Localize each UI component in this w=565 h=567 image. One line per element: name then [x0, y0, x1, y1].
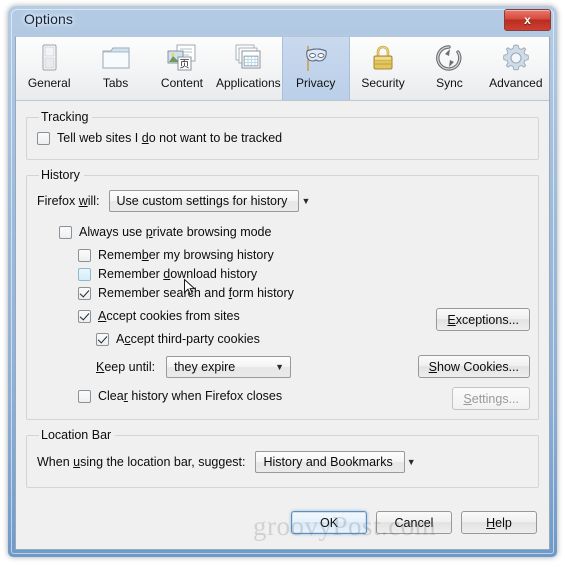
- accept-cookies-label: Accept cookies from sites: [98, 309, 240, 323]
- accept-third-party-label: Accept third-party cookies: [116, 332, 260, 346]
- remember-browsing-checkbox[interactable]: [78, 248, 91, 262]
- toolbar-item-privacy-label: Privacy: [296, 76, 336, 90]
- sync-arrows-icon: [432, 42, 466, 74]
- exceptions-button[interactable]: Exceptions...: [436, 308, 530, 331]
- always-private-checkbox[interactable]: [59, 225, 72, 239]
- remember-browsing-row[interactable]: Remember my browsing history: [78, 248, 528, 262]
- firefox-will-value: Use custom settings for history: [116, 194, 288, 208]
- toolbar-item-tabs-label: Tabs: [102, 76, 129, 90]
- toolbar-item-tabs[interactable]: Tabs: [82, 37, 148, 100]
- chevron-down-icon: ▼: [301, 195, 311, 206]
- do-not-track-row[interactable]: Tell web sites I do not want to be track…: [37, 131, 528, 145]
- clear-on-close-checkbox[interactable]: [78, 389, 91, 403]
- footer-button-group: OK Cancel Help: [291, 511, 537, 534]
- remember-search-form-checkbox[interactable]: [78, 286, 91, 300]
- gear-icon: [499, 42, 533, 74]
- tracking-legend: Tracking: [41, 110, 89, 124]
- firefox-will-dropdown[interactable]: Use custom settings for history ▼: [108, 190, 310, 212]
- keep-until-label: Keep until:: [96, 360, 156, 374]
- dialog-client-area: General Tabs 页 Content Applications Priv…: [15, 36, 550, 550]
- suggest-label: When using the location bar, suggest:: [37, 455, 246, 469]
- toolbar-item-general[interactable]: General: [16, 37, 82, 100]
- content-icon: 页: [165, 42, 199, 74]
- firefox-will-label: Firefox will:: [37, 194, 100, 208]
- do-not-track-label: Tell web sites I do not want to be track…: [57, 131, 283, 145]
- history-legend: History: [41, 168, 80, 182]
- clear-on-close-row[interactable]: Clear history when Firefox closes Settin…: [78, 387, 530, 410]
- suggest-value: History and Bookmarks: [263, 455, 393, 469]
- suggest-dropdown[interactable]: History and Bookmarks ▼: [255, 451, 416, 473]
- close-button[interactable]: x: [504, 9, 551, 31]
- toolbar-item-security-label: Security: [361, 76, 405, 90]
- toolbar-item-security[interactable]: Security: [350, 37, 416, 100]
- always-private-row[interactable]: Always use private browsing mode: [59, 225, 528, 239]
- toolbar-item-privacy[interactable]: Privacy: [281, 37, 350, 100]
- privacy-mask-icon: [299, 42, 333, 74]
- window-title: Options: [24, 11, 73, 27]
- keep-until-dropdown[interactable]: they expire ▼: [166, 356, 292, 378]
- toolbar-item-applications-label: Applications: [215, 76, 281, 90]
- clear-on-close-label: Clear history when Firefox closes: [98, 389, 283, 403]
- chevron-down-icon: ▼: [275, 361, 285, 372]
- firefox-will-row: Firefox will: Use custom settings for hi…: [37, 190, 528, 212]
- settings-button[interactable]: Settings...: [452, 387, 530, 410]
- history-group: History Firefox will: Use custom setting…: [26, 168, 539, 420]
- cancel-button[interactable]: Cancel: [376, 511, 452, 534]
- remember-browsing-label: Remember my browsing history: [98, 248, 274, 262]
- toolbar-item-content[interactable]: 页 Content: [149, 37, 215, 100]
- svg-text:页: 页: [179, 59, 189, 71]
- accept-cookies-checkbox[interactable]: [78, 309, 91, 323]
- privacy-panel: Tracking Tell web sites I do not want to…: [16, 101, 549, 549]
- remember-download-label: Remember download history: [98, 267, 258, 281]
- chevron-down-icon: ▼: [406, 456, 416, 467]
- applications-icon: [231, 42, 265, 74]
- show-cookies-button[interactable]: Show Cookies...: [417, 355, 530, 378]
- remember-download-checkbox[interactable]: [78, 267, 91, 281]
- dialog-footer: OK Cancel Help: [16, 503, 549, 549]
- help-button[interactable]: Help: [461, 511, 537, 534]
- title-bar: Options x: [8, 6, 557, 36]
- toolbar-item-applications[interactable]: Applications: [215, 37, 281, 100]
- location-bar-legend: Location Bar: [41, 428, 112, 442]
- remember-download-row[interactable]: Remember download history: [78, 267, 528, 281]
- keep-until-value: they expire: [174, 360, 236, 374]
- toolbar-item-advanced-label: Advanced: [489, 76, 543, 90]
- remember-search-form-row[interactable]: Remember search and form history: [78, 286, 528, 300]
- desktop-background: Options x General Tabs 页 Content Applica…: [0, 0, 565, 567]
- options-window: Options x General Tabs 页 Content Applica…: [8, 6, 557, 557]
- ok-button[interactable]: OK: [291, 511, 367, 534]
- general-icon: [32, 42, 66, 74]
- category-toolbar: General Tabs 页 Content Applications Priv…: [16, 37, 549, 101]
- toolbar-item-sync[interactable]: Sync: [416, 37, 482, 100]
- suggest-row: When using the location bar, suggest: Hi…: [37, 451, 528, 473]
- tracking-group: Tracking Tell web sites I do not want to…: [26, 110, 539, 160]
- tabs-icon: [99, 42, 133, 74]
- accept-cookies-row[interactable]: Accept cookies from sites Exceptions...: [78, 308, 530, 331]
- toolbar-item-sync-label: Sync: [436, 76, 463, 90]
- location-bar-group: Location Bar When using the location bar…: [26, 428, 539, 488]
- remember-search-form-label: Remember search and form history: [98, 286, 294, 300]
- do-not-track-checkbox[interactable]: [37, 131, 50, 145]
- always-private-label: Always use private browsing mode: [79, 225, 272, 239]
- toolbar-item-general-label: General: [27, 76, 71, 90]
- keep-until-row: Keep until: they expire ▼ Show Cookies..…: [96, 355, 530, 378]
- toolbar-item-advanced[interactable]: Advanced: [483, 37, 549, 100]
- padlock-icon: [366, 42, 400, 74]
- accept-third-party-checkbox[interactable]: [96, 332, 109, 346]
- accept-third-party-row[interactable]: Accept third-party cookies: [96, 332, 528, 346]
- toolbar-item-content-label: Content: [160, 76, 203, 90]
